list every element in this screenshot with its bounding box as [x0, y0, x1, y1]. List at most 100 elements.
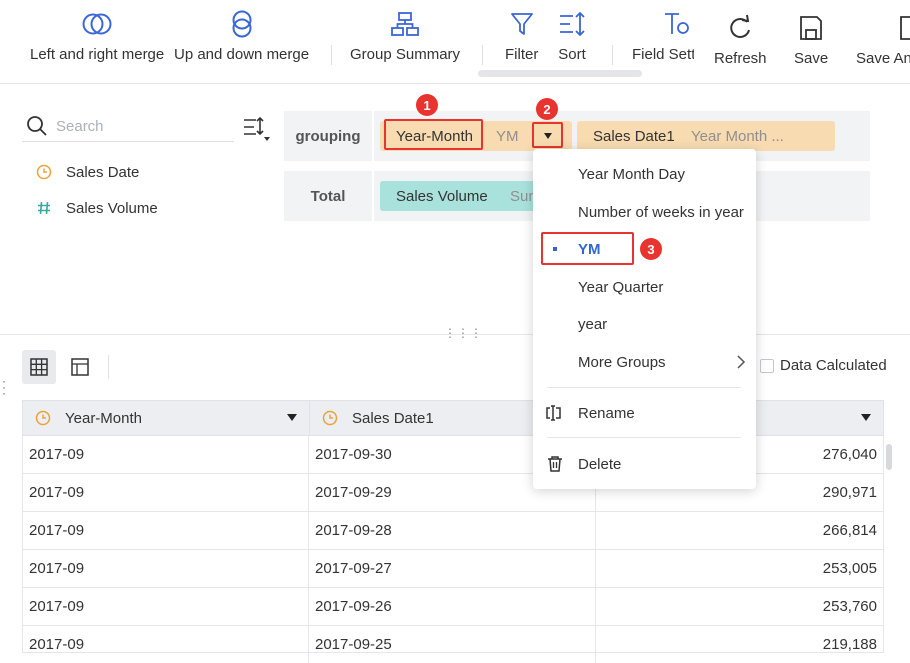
highlight-year-month — [384, 119, 483, 150]
view-separator — [108, 355, 109, 379]
menu-item-year[interactable]: year — [533, 309, 756, 339]
data-calculated-toggle[interactable]: Data Calculated — [760, 357, 887, 374]
field-settings-button[interactable]: Field Setti — [632, 10, 694, 63]
clock-icon — [35, 410, 51, 426]
menu-item-weeks-in-year[interactable]: Number of weeks in year — [533, 197, 756, 227]
cell-separator — [308, 512, 309, 549]
menu-separator — [547, 437, 741, 438]
field-label: Sales Volume — [66, 199, 158, 217]
table-cell: 2017-09-27 — [315, 560, 392, 577]
table-cell: 2017-09 — [29, 636, 85, 653]
sort-button[interactable]: Sort — [557, 10, 587, 63]
chevron-right-icon — [737, 355, 746, 369]
resize-handle[interactable]: ⋮⋮⋮ — [444, 326, 483, 340]
toolbar: Left and right merge Up and down merge G… — [0, 0, 910, 84]
column-header-label: Sales Date1 — [352, 409, 434, 427]
menu-item-rename[interactable]: Rename — [533, 398, 756, 428]
menu-item-more-groups[interactable]: More Groups — [533, 347, 756, 377]
menu-item-label: Year Month Day — [578, 165, 686, 183]
trash-icon — [548, 456, 562, 472]
up-down-merge-button[interactable]: Up and down merge — [174, 10, 309, 63]
filter-button[interactable]: Filter — [505, 10, 538, 63]
rename-icon — [546, 405, 561, 421]
table-row: 2017-09 2017-09-25 219,188 — [22, 626, 884, 663]
menu-item-year-month-day[interactable]: Year Month Day — [533, 159, 756, 189]
cell-separator — [595, 626, 596, 663]
toolbar-label: Refresh — [714, 50, 767, 67]
filter-icon — [510, 13, 533, 35]
table-cell: 2017-09 — [29, 484, 85, 501]
table-scrollbar[interactable] — [886, 444, 892, 470]
chip-dropdown-button[interactable] — [532, 122, 563, 148]
sort-icon — [560, 11, 585, 37]
annotation-badge-3: 3 — [640, 238, 662, 260]
annotation-badge-1: 1 — [416, 94, 438, 116]
toolbar-separator — [612, 45, 613, 65]
table-cell: 2017-09 — [29, 560, 85, 577]
menu-separator — [547, 387, 741, 388]
grouping-row-label: grouping — [284, 111, 372, 161]
menu-item-label: Delete — [578, 455, 622, 473]
chip-sub: Year Month ... — [691, 127, 784, 145]
group-summary-button[interactable]: Group Summary — [350, 10, 460, 63]
annotation-badge-2: 2 — [536, 98, 558, 120]
refresh-button[interactable]: Refresh — [714, 14, 767, 67]
toolbar-separator — [331, 45, 332, 65]
cell-separator — [308, 588, 309, 625]
grid-icon — [30, 358, 48, 376]
table-row: 2017-09 2017-09-28 266,814 — [22, 512, 884, 550]
caret-down-icon — [544, 133, 552, 139]
data-calculated-checkbox[interactable] — [760, 358, 774, 373]
chip-sales-date1[interactable]: Sales Date1 Year Month ... — [577, 121, 835, 151]
search-input[interactable] — [54, 115, 224, 137]
data-calculated-label: Data Calculated — [780, 357, 887, 374]
toolbar-label: Left and right merge — [30, 46, 165, 63]
cell-separator — [308, 550, 309, 587]
side-resize-handle[interactable]: · · · — [0, 375, 8, 399]
column-menu-icon[interactable] — [861, 414, 871, 421]
menu-item-year-quarter[interactable]: Year Quarter — [533, 272, 756, 302]
table-cell: 2017-09 — [29, 598, 85, 615]
chip-sub: YM — [496, 127, 519, 145]
toolbar-label: Up and down merge — [174, 46, 310, 63]
menu-item-label: Rename — [578, 404, 635, 422]
toolbar-label: Group Summary — [350, 46, 461, 63]
refresh-icon — [730, 14, 751, 38]
save-icon — [800, 16, 822, 40]
table-cell: 253,760 — [822, 598, 877, 615]
sort-fields-icon[interactable] — [242, 116, 272, 144]
cell-separator — [595, 550, 596, 587]
layout-view-button[interactable] — [63, 350, 97, 384]
search-box — [22, 112, 234, 142]
menu-item-delete[interactable]: Delete — [533, 449, 756, 479]
save-as-button[interactable]: Save An — [856, 14, 910, 67]
table-row: 2017-09 2017-09-27 253,005 — [22, 550, 884, 588]
toolbar-scrollbar[interactable] — [478, 70, 642, 77]
layout-icon — [71, 358, 89, 376]
column-menu-icon[interactable] — [287, 414, 297, 421]
table-cell: 2017-09-28 — [315, 522, 392, 539]
total-row-label: Total — [284, 171, 372, 221]
clock-icon — [322, 410, 338, 426]
cell-separator — [595, 512, 596, 549]
column-header-label: Year-Month — [65, 409, 142, 427]
save-button[interactable]: Save — [794, 14, 828, 67]
toolbar-label: Save — [794, 50, 829, 67]
table-cell: 253,005 — [822, 560, 877, 577]
toolbar-label: Save An — [856, 50, 910, 67]
field-item-sales-volume[interactable]: Sales Volume — [34, 196, 158, 220]
column-header-year-month[interactable]: Year-Month — [23, 401, 309, 435]
up-down-merge-icon — [232, 10, 252, 38]
left-right-merge-button[interactable]: Left and right merge — [30, 10, 164, 63]
menu-item-label: year — [578, 315, 608, 333]
table-view-button[interactable] — [22, 350, 56, 384]
table-cell: 2017-09 — [29, 446, 85, 463]
clock-icon — [34, 164, 54, 180]
table-cell: 2017-09 — [29, 522, 85, 539]
table-cell: 219,188 — [822, 636, 877, 653]
field-item-sales-date[interactable]: Sales Date — [34, 160, 139, 184]
menu-item-label: Number of weeks in year — [578, 203, 744, 221]
toolbar-label: Sort — [558, 46, 586, 63]
menu-item-label: More Groups — [578, 353, 666, 371]
cell-separator — [308, 474, 309, 511]
